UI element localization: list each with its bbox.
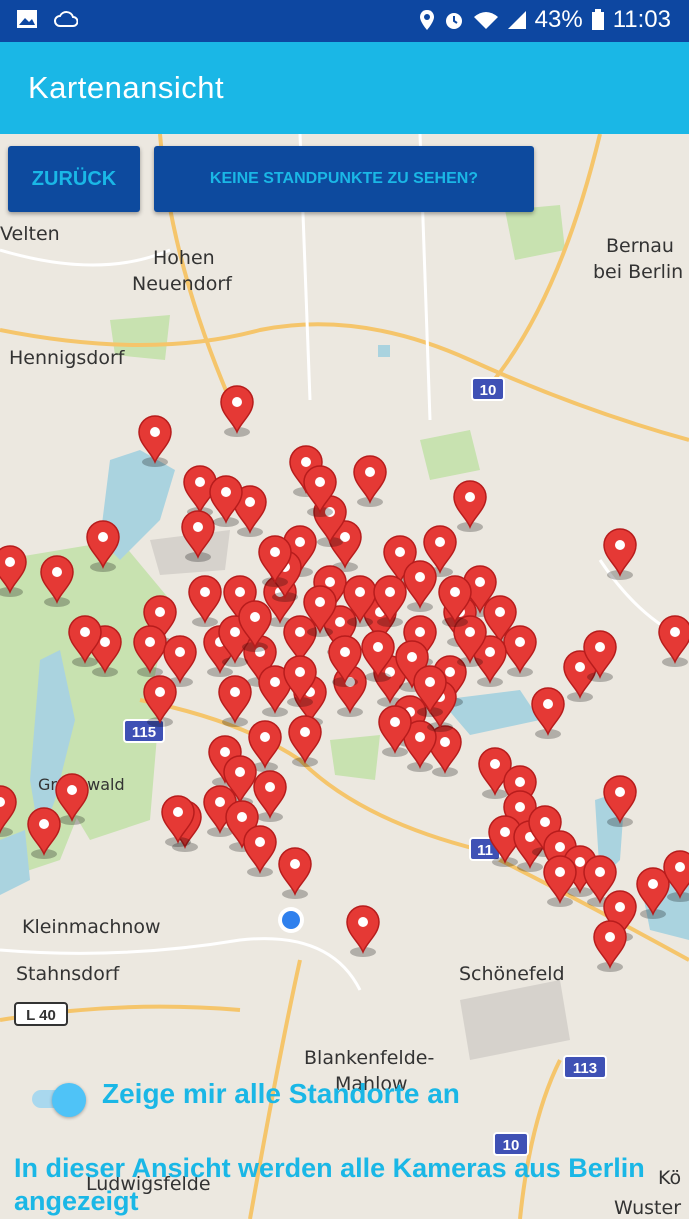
label-bernau: Bernau bbox=[606, 235, 674, 257]
svg-text:10: 10 bbox=[480, 382, 497, 399]
battery-icon bbox=[591, 9, 604, 30]
svg-text:113: 113 bbox=[573, 1060, 597, 1077]
toggle-knob bbox=[52, 1083, 86, 1117]
label-blankenfelde: Blankenfelde- bbox=[304, 1047, 434, 1069]
show-all-toggle[interactable] bbox=[32, 1083, 88, 1117]
image-icon bbox=[17, 10, 37, 28]
svg-text:115: 115 bbox=[132, 724, 156, 741]
signal-icon bbox=[507, 11, 526, 29]
wifi-icon bbox=[473, 12, 498, 29]
shield-l40: L 40 bbox=[14, 1002, 68, 1026]
svg-text:L 40: L 40 bbox=[26, 1007, 56, 1024]
location-icon bbox=[419, 10, 434, 30]
shield-a10-north: 10 bbox=[471, 377, 505, 401]
clock: 11:03 bbox=[612, 6, 671, 33]
label-neuendorf: Neuendorf bbox=[132, 273, 233, 295]
info-text: In dieser Ansicht werden alle Kameras au… bbox=[14, 1153, 645, 1216]
no-locations-button[interactable]: KEINE STANDPUNKTE ZU SEHEN? bbox=[154, 146, 534, 212]
app-bar: Kartenansicht bbox=[0, 42, 689, 134]
label-kleinmachnow: Kleinmachnow bbox=[22, 916, 161, 938]
svg-text:11: 11 bbox=[477, 842, 493, 859]
cloud-sync-icon bbox=[54, 11, 78, 27]
label-hohen: Hohen bbox=[153, 247, 215, 269]
label-schoenefeld: Schönefeld bbox=[459, 963, 565, 985]
page-title: Kartenansicht bbox=[28, 70, 225, 105]
label-stahnsdorf: Stahnsdorf bbox=[16, 963, 121, 985]
map-view[interactable]: Velten Hohen Neuendorf Bernau bei Berlin… bbox=[0, 134, 689, 1219]
toggle-label: Zeige mir alle Standorte an bbox=[102, 1078, 460, 1109]
label-hennigsdorf: Hennigsdorf bbox=[9, 347, 126, 369]
back-button[interactable]: ZURÜCK bbox=[8, 146, 140, 212]
current-location-icon bbox=[278, 907, 304, 933]
label-velten: Velten bbox=[0, 223, 60, 245]
alarm-icon bbox=[445, 13, 462, 29]
status-bar: 43% 11:03 bbox=[0, 0, 689, 42]
shield-113: 113 bbox=[563, 1055, 607, 1079]
label-bei-berlin: bei Berlin bbox=[593, 261, 683, 283]
battery-percent: 43% bbox=[534, 6, 583, 33]
